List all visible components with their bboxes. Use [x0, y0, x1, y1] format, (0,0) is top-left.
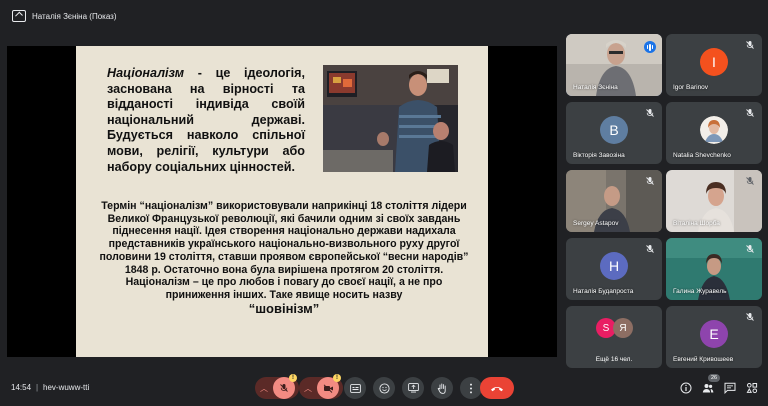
participant-name: Галина Журавель [673, 288, 727, 295]
slide: Націоналізм - це ідеологія, заснована на… [76, 46, 488, 357]
mic-off-icon [746, 109, 754, 117]
presenting-icon [12, 10, 26, 22]
hangup-icon [491, 386, 503, 391]
participant-name: Наталія Будапроста [573, 288, 634, 295]
participant-name: Igor Barinov [673, 84, 709, 91]
mic-off-icon [646, 177, 654, 185]
participant-tile[interactable]: Sergey Astapov [566, 170, 662, 232]
definition-term: Націоналізм [107, 66, 185, 80]
mic-control[interactable]: ︿ ! [255, 374, 299, 399]
participant-tile[interactable]: Н Наталія Будапроста [566, 238, 662, 300]
avatar: Я [613, 318, 633, 338]
participant-tile[interactable]: Галина Журавель [666, 238, 762, 300]
leave-call-button[interactable] [480, 377, 514, 399]
mic-off-icon [646, 109, 654, 117]
avatar: E [700, 320, 728, 348]
presentation-stage[interactable]: Націоналізм - це ідеологія, заснована на… [7, 46, 557, 357]
slide-body: Термін “націоналізм” використовували нап… [98, 200, 470, 315]
clock: 14:54 [11, 383, 32, 392]
meeting-code[interactable]: hev-wuww-tti [43, 383, 89, 392]
classroom-photo-image [323, 65, 458, 172]
more-options-icon [470, 383, 472, 393]
mic-off-icon [746, 177, 754, 185]
avatar: Н [600, 252, 628, 280]
bottom-bar: 14:54 | hev-wuww-tti ︿ ! ︿ ! 26 [0, 372, 768, 406]
presentation-title: Наталія Зєніна (Показ) [32, 11, 117, 21]
camera-control[interactable]: ︿ ! [299, 374, 343, 399]
present-screen-icon [407, 383, 419, 393]
meet-window: Наталія Зєніна (Показ) Націоналізм - це … [0, 0, 768, 406]
info-icon[interactable] [680, 382, 692, 394]
emoji-button[interactable] [373, 377, 395, 399]
captions-button[interactable] [344, 377, 366, 399]
participant-name: Natalia Shevchenko [673, 152, 731, 159]
participant-name: Sergey Astapov [573, 220, 619, 227]
mic-off-icon [746, 245, 754, 253]
participant-tile[interactable]: Віталіна Шорба [666, 170, 762, 232]
raise-hand-icon [437, 383, 446, 394]
mic-off-icon [746, 41, 754, 49]
participant-name: Евгений Кривошеев [673, 356, 734, 363]
activities-icon[interactable] [746, 382, 758, 394]
mic-toggle-button[interactable]: ! [273, 374, 297, 399]
avatar: I [700, 48, 728, 76]
captions-icon [349, 383, 361, 393]
top-bar: Наталія Зєніна (Показ) [0, 0, 768, 32]
separator: | [36, 383, 39, 392]
mic-off-icon [646, 245, 654, 253]
chevron-up-icon[interactable]: ︿ [299, 383, 317, 394]
participant-tile[interactable]: В Вікторія Завозіна [566, 102, 662, 164]
present-now-button[interactable] [402, 377, 424, 399]
mic-off-icon [746, 313, 754, 321]
participant-name: Вікторія Завозіна [573, 152, 625, 159]
participant-tile[interactable]: Наталія Зєніна [566, 34, 662, 96]
participant-name: Віталіна Шорба [673, 220, 720, 227]
participant-tile[interactable]: Natalia Shevchenko [666, 102, 762, 164]
more-avatars: S Я [596, 318, 633, 338]
camera-off-icon [323, 383, 333, 393]
slide-definition: Націоналізм - це ідеологія, заснована на… [107, 66, 305, 175]
avatar [700, 116, 728, 144]
speaking-indicator-icon [644, 41, 656, 53]
warning-badge: ! [333, 374, 341, 382]
slide-photo [323, 65, 458, 172]
mic-off-icon [280, 384, 288, 392]
avatar: В [600, 116, 628, 144]
camera-toggle-button[interactable]: ! [317, 374, 341, 399]
participant-tile[interactable]: I Igor Barinov [666, 34, 762, 96]
participant-tile[interactable]: E Евгений Кривошеев [666, 306, 762, 368]
chauvinism-term: “шовінізм” [248, 300, 320, 316]
chevron-up-icon[interactable]: ︿ [255, 383, 273, 394]
people-count-badge: 26 [708, 374, 720, 382]
emoji-icon [378, 382, 390, 394]
more-options-button[interactable] [460, 377, 482, 399]
warning-badge: ! [289, 374, 297, 382]
more-participants-label: Ещё 16 чел. [595, 356, 633, 363]
raise-hand-button[interactable] [431, 377, 453, 399]
participant-name: Наталія Зєніна [573, 84, 618, 91]
chat-icon[interactable] [724, 382, 736, 394]
definition-text: - це ідеологія, заснована на вірності та… [107, 66, 305, 174]
slide-body-text: Термін “націоналізм” використовували нап… [99, 200, 469, 301]
more-participants-tile[interactable]: S Я Ещё 16 чел. [566, 306, 662, 368]
people-icon[interactable] [702, 382, 714, 394]
